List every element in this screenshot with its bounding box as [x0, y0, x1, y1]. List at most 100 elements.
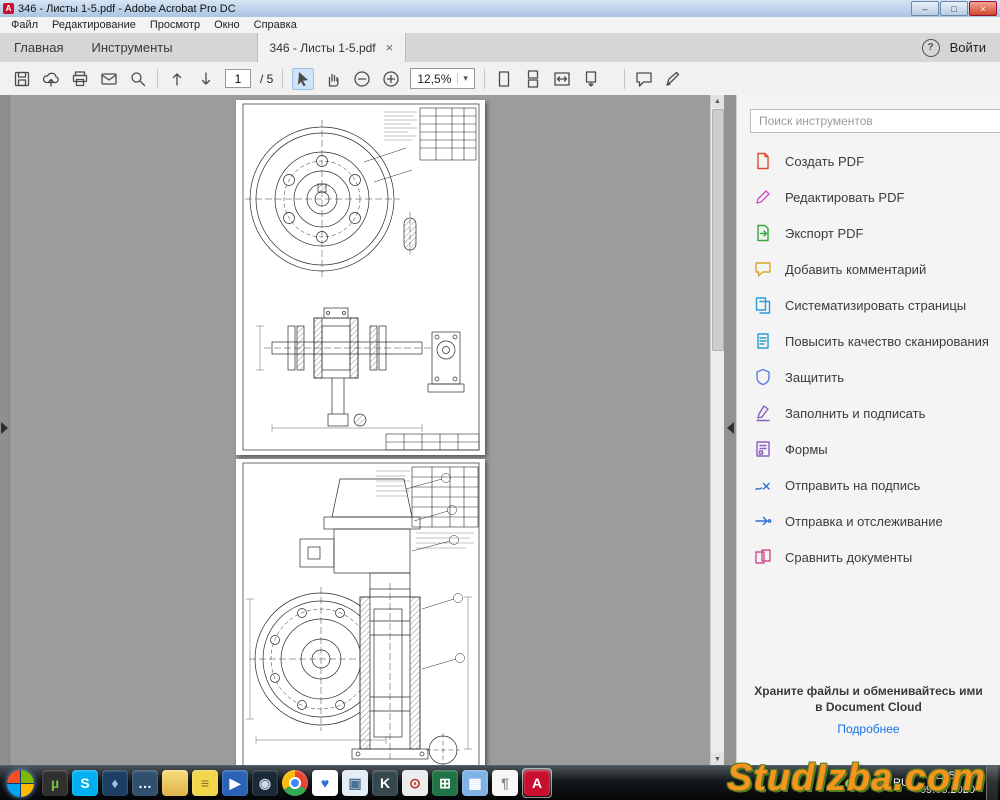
search-app-glyph: ⊙ — [409, 775, 421, 792]
skype-glyph: S — [80, 775, 89, 791]
taskbar-kmplayer-icon[interactable]: K — [372, 770, 398, 796]
taskbar-heart-app-icon[interactable]: ♥ — [312, 770, 338, 796]
vertical-scrollbar[interactable]: ▲ ▼ — [710, 95, 724, 766]
tool-protect[interactable]: Защитить — [737, 359, 1000, 395]
tool-label: Защитить — [785, 370, 844, 385]
menu-bar: Файл Редактирование Просмотр Окно Справк… — [0, 17, 1000, 34]
tab-home[interactable]: Главная — [0, 33, 77, 62]
notepad-glyph: ¶ — [501, 775, 509, 791]
search-icon[interactable] — [128, 69, 148, 89]
scroll-mode-icon[interactable] — [581, 69, 601, 89]
taskbar-image-viewer-icon[interactable]: ▦ — [462, 770, 488, 796]
tool-compare-documents[interactable]: Сравнить документы — [737, 539, 1000, 575]
help-icon[interactable]: ? — [922, 39, 940, 57]
tab-document[interactable]: 346 - Листы 1-5.pdf × — [257, 33, 407, 62]
watermark-main: StudIzba — [727, 757, 893, 799]
tool-create-pdf[interactable]: Создать PDF — [737, 143, 1000, 179]
upload-cloud-icon[interactable] — [41, 69, 61, 89]
taskbar-utorrent-icon[interactable]: µ — [42, 770, 68, 796]
zoom-out-icon[interactable] — [352, 69, 372, 89]
taskbar-chrome-icon[interactable] — [282, 770, 308, 796]
close-tab-icon[interactable]: × — [386, 40, 394, 55]
menu-file[interactable]: Файл — [4, 17, 45, 33]
tool-organize-pages[interactable]: Систематизировать страницы — [737, 287, 1000, 323]
show-desktop-button[interactable] — [986, 766, 998, 800]
app-glyph: ♦ — [111, 775, 118, 791]
page-total-label: / 5 — [260, 72, 273, 86]
learn-more-link[interactable]: Подробнее — [837, 722, 899, 736]
tool-label: Заполнить и подписать — [785, 406, 925, 421]
watermark-suffix: .com — [893, 757, 986, 799]
taskbar-skype-icon[interactable]: S — [72, 770, 98, 796]
search-input[interactable] — [750, 109, 1000, 133]
tools-panel: Создать PDF Редактировать PDF Экспорт PD… — [736, 95, 1000, 766]
menu-edit[interactable]: Редактирование — [45, 17, 143, 33]
window-title: 346 - Листы 1-5.pdf - Adobe Acrobat Pro … — [18, 3, 236, 15]
taskbar-notes-icon[interactable]: ≡ — [192, 770, 218, 796]
minimize-button[interactable]: – — [911, 1, 939, 16]
kmplayer-glyph: K — [380, 775, 390, 791]
taskbar-search-app-icon[interactable]: ⊙ — [402, 770, 428, 796]
previous-page-icon[interactable] — [167, 69, 187, 89]
tool-fill-sign[interactable]: Заполнить и подписать — [737, 395, 1000, 431]
tool-export-pdf[interactable]: Экспорт PDF — [737, 215, 1000, 251]
select-tool-icon[interactable] — [292, 68, 314, 90]
save-icon[interactable] — [12, 69, 32, 89]
menu-window[interactable]: Окно — [207, 17, 247, 33]
tool-send-for-signature[interactable]: Отправить на подпись — [737, 467, 1000, 503]
expand-right-pane-icon[interactable] — [727, 422, 734, 434]
taskbar-steam-icon[interactable]: ◉ — [252, 770, 278, 796]
scroll-up-icon[interactable]: ▲ — [711, 95, 724, 108]
start-button[interactable] — [7, 770, 34, 797]
tool-enhance-scans[interactable]: Повысить качество сканирования — [737, 323, 1000, 359]
sign-in-button[interactable]: Войти — [950, 40, 986, 55]
print-icon[interactable] — [70, 69, 90, 89]
tool-send-track[interactable]: Отправка и отслеживание — [737, 503, 1000, 539]
toolbar-separator — [484, 69, 485, 89]
start-flag-blue — [7, 784, 20, 797]
email-icon[interactable] — [99, 69, 119, 89]
single-page-view-icon[interactable] — [494, 69, 514, 89]
image-viewer-glyph: ▦ — [468, 775, 481, 792]
taskbar-spreadsheet-icon[interactable]: ⊞ — [432, 770, 458, 796]
taskbar-notepad-icon[interactable]: ¶ — [492, 770, 518, 796]
scrollbar-thumb[interactable] — [712, 109, 724, 351]
expand-left-pane-icon[interactable] — [1, 422, 8, 434]
tab-tools[interactable]: Инструменты — [77, 33, 186, 62]
comment-bubble-icon — [753, 260, 772, 279]
tool-add-comment[interactable]: Добавить комментарий — [737, 251, 1000, 287]
notes-glyph: ≡ — [201, 775, 209, 791]
tool-forms[interactable]: Формы — [737, 431, 1000, 467]
spreadsheet-glyph: ⊞ — [439, 775, 451, 792]
navigation-pane-collapsed[interactable] — [0, 95, 10, 766]
fit-width-icon[interactable] — [552, 69, 572, 89]
close-button[interactable]: × — [969, 1, 997, 16]
taskbar-folder-icon[interactable] — [162, 770, 188, 796]
shield-icon — [753, 368, 772, 387]
comment-icon[interactable] — [634, 69, 654, 89]
chat-glyph: … — [138, 775, 152, 791]
taskbar-app-icon[interactable]: ♦ — [102, 770, 128, 796]
enhance-scans-icon — [753, 332, 772, 351]
pdf-page-1 — [236, 100, 485, 455]
taskbar-viewer-icon[interactable]: ▣ — [342, 770, 368, 796]
zoom-level-dropdown[interactable]: 12,5% ▾ — [410, 68, 475, 89]
menu-view[interactable]: Просмотр — [143, 17, 207, 33]
send-signature-icon — [753, 476, 772, 495]
page-number-input[interactable] — [225, 69, 251, 88]
tool-edit-pdf[interactable]: Редактировать PDF — [737, 179, 1000, 215]
player-glyph: ▶ — [230, 775, 241, 792]
continuous-scroll-icon[interactable] — [523, 69, 543, 89]
menu-help[interactable]: Справка — [247, 17, 304, 33]
export-pdf-icon — [753, 224, 772, 243]
content-area: ▲ ▼ Создать PDF Редактировать PDF Экспор… — [0, 95, 1000, 766]
next-page-icon[interactable] — [196, 69, 216, 89]
taskbar-media-player-icon[interactable]: ▶ — [222, 770, 248, 796]
viewer-glyph: ▣ — [348, 775, 361, 792]
taskbar-acrobat-icon[interactable]: A — [524, 770, 550, 796]
pen-icon[interactable] — [663, 69, 683, 89]
maximize-button[interactable]: □ — [940, 1, 968, 16]
taskbar-chat-icon[interactable]: … — [132, 770, 158, 796]
zoom-in-icon[interactable] — [381, 69, 401, 89]
hand-tool-icon[interactable] — [323, 69, 343, 89]
